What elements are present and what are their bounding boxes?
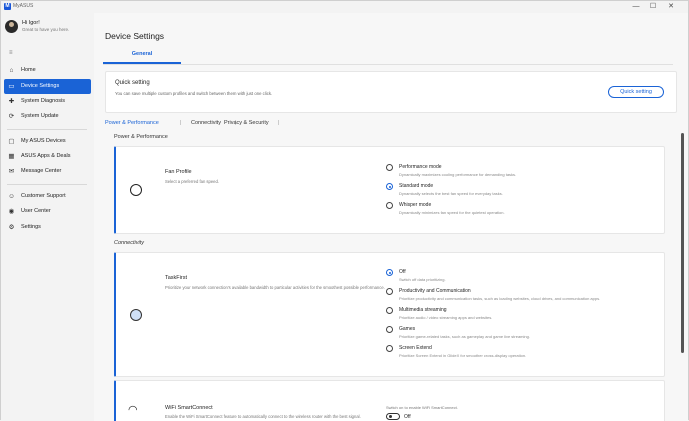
radio-button[interactable] xyxy=(386,164,393,171)
update-icon: ⟳ xyxy=(8,113,15,120)
fan-profile-description: Select a preferred fan speed. xyxy=(165,179,220,184)
radio-description: Dynamically minimizes fan speed for the … xyxy=(399,210,505,215)
main-content: Device Settings General Quick setting Yo… xyxy=(94,13,688,421)
sidebar-item-system-update[interactable]: ⟳ System Update xyxy=(4,109,91,124)
radio-button[interactable] xyxy=(386,183,393,190)
sidebar-divider xyxy=(7,184,87,185)
radio-label: Screen Extend xyxy=(399,345,432,351)
quick-setting-card: Quick setting You can save multiple cust… xyxy=(105,71,677,113)
radio-label: Whisper mode xyxy=(399,202,432,208)
fan-icon xyxy=(130,184,142,196)
radio-button[interactable] xyxy=(386,202,393,209)
sidebar-item-label: Customer Support xyxy=(21,193,66,199)
quick-setting-title: Quick setting xyxy=(115,80,150,86)
sidebar-item-label: System Diagnosis xyxy=(21,98,66,104)
wifi-toggle[interactable] xyxy=(386,413,400,420)
radio-label: Performance mode xyxy=(399,164,442,170)
radio-button[interactable] xyxy=(386,269,393,276)
sidebar-item-customer-support[interactable]: ☺ Customer Support xyxy=(4,189,91,204)
taskfirst-icon xyxy=(130,309,142,321)
message-icon: ✉ xyxy=(8,168,15,175)
wifi-description: Enable the WiFi SmartConnect feature to … xyxy=(165,414,361,419)
diagnosis-icon: ✚ xyxy=(8,98,15,105)
quick-setting-description: You can save multiple custom profiles an… xyxy=(115,91,273,96)
taskfirst-description: Prioritize your network connection's ava… xyxy=(165,285,385,290)
laptop-icon: ▭ xyxy=(8,83,15,90)
sidebar-item-my-asus-devices[interactable]: ▢ My ASUS Devices xyxy=(4,134,91,149)
radio-button[interactable] xyxy=(386,288,393,295)
sidebar-item-user-center[interactable]: ◉ User Center xyxy=(4,204,91,219)
title-bar: M MyASUS — ☐ ✕ xyxy=(1,1,688,13)
subnav-separator: | xyxy=(180,120,182,126)
support-icon: ☺ xyxy=(8,193,15,200)
sidebar-item-label: ASUS Apps & Deals xyxy=(21,153,71,159)
sidebar-item-label: Settings xyxy=(21,224,41,230)
radio-label: Games xyxy=(399,326,416,332)
radio-label: Multimedia streaming xyxy=(399,307,447,313)
sidebar-item-device-settings[interactable]: ▭ Device Settings xyxy=(4,79,91,94)
home-icon: ⌂ xyxy=(9,67,14,74)
tab-divider xyxy=(103,64,673,65)
sidebar-item-system-diagnosis[interactable]: ✚ System Diagnosis xyxy=(4,94,91,109)
sidebar-item-home[interactable]: ⌂ Home xyxy=(4,63,91,78)
sidebar-item-label: User Center xyxy=(21,208,51,214)
avatar[interactable] xyxy=(5,20,18,33)
radio-description: Switch off data prioritizing. xyxy=(399,277,446,282)
taskfirst-card: TaskFirst Prioritize your network connec… xyxy=(114,252,665,377)
devices-icon: ▢ xyxy=(8,138,15,145)
minimize-button[interactable]: — xyxy=(630,2,642,12)
radio-description: Prioritize game-related tasks, such as g… xyxy=(399,334,530,339)
radio-label: Productivity and Communication xyxy=(399,288,471,294)
subnav-separator: | xyxy=(278,120,280,126)
maximize-button[interactable]: ☐ xyxy=(647,2,659,12)
apps-icon: ▦ xyxy=(8,153,15,160)
scrollbar[interactable] xyxy=(681,133,684,353)
fan-profile-card: Fan Profile Select a preferred fan speed… xyxy=(114,146,665,234)
wifi-toggle-hint: Switch on to enable WiFi SmartConnect. xyxy=(386,405,458,410)
sidebar-item-label: System Update xyxy=(21,113,59,119)
sidebar-item-message-center[interactable]: ✉ Message Center xyxy=(4,164,91,179)
subnav-connectivity[interactable]: Connectivity xyxy=(191,120,221,126)
quick-setting-button[interactable]: Quick setting xyxy=(608,86,664,98)
radio-label: Standard mode xyxy=(399,183,434,189)
app-title: MyASUS xyxy=(13,3,34,9)
taskfirst-title: TaskFirst xyxy=(165,275,187,281)
close-button[interactable]: ✕ xyxy=(665,2,677,12)
wifi-title: WiFi SmartConnect xyxy=(165,405,213,411)
subnav-power-performance[interactable]: Power & Performance xyxy=(105,120,159,126)
radio-description: Prioritize audio / video streaming apps … xyxy=(399,315,493,320)
sidebar-item-label: Device Settings xyxy=(21,83,60,89)
app-logo: M xyxy=(4,3,11,10)
radio-label: Off xyxy=(399,269,406,275)
sidebar-divider xyxy=(7,129,87,130)
user-icon: ◉ xyxy=(8,208,15,215)
wifi-toggle-state: Off xyxy=(404,414,411,420)
sidebar-item-apps-deals[interactable]: ▦ ASUS Apps & Deals xyxy=(4,149,91,164)
radio-description: Dynamically selects the best fan speed f… xyxy=(399,191,503,196)
radio-button[interactable] xyxy=(386,345,393,352)
sidebar: Hi Igor! Great to have you here. ≡ ⌂ Hom… xyxy=(1,13,94,421)
sidebar-item-label: Home xyxy=(21,67,36,73)
user-subtitle: Great to have you here. xyxy=(22,27,70,32)
radio-button[interactable] xyxy=(386,326,393,333)
app-window: M MyASUS — ☐ ✕ Hi Igor! Great to have yo… xyxy=(0,0,689,421)
sidebar-item-label: My ASUS Devices xyxy=(21,138,66,144)
radio-description: Dynamically maximizes cooling performanc… xyxy=(399,172,517,177)
subnav-privacy-label: Privacy & Security xyxy=(224,120,269,126)
sidebar-item-label: Message Center xyxy=(21,168,62,174)
wifi-smartconnect-card: ◠ WiFi SmartConnect Enable the WiFi Smar… xyxy=(114,380,665,421)
radio-description: Prioritize Screen Extend in GlideX for s… xyxy=(399,353,527,358)
user-greeting: Hi Igor! xyxy=(22,20,40,26)
section-heading-power: Power & Performance xyxy=(114,134,168,140)
page-title: Device Settings xyxy=(105,31,165,41)
wifi-icon: ◠ xyxy=(128,404,138,416)
menu-collapse-icon[interactable]: ≡ xyxy=(9,50,13,56)
gear-icon: ⚙ xyxy=(8,224,15,231)
radio-description: Prioritize productivity and communicatio… xyxy=(399,296,601,301)
radio-button[interactable] xyxy=(386,307,393,314)
sidebar-item-settings[interactable]: ⚙ Settings xyxy=(4,220,91,235)
fan-profile-title: Fan Profile xyxy=(165,169,192,175)
section-heading-connectivity: Connectivity xyxy=(114,240,144,246)
